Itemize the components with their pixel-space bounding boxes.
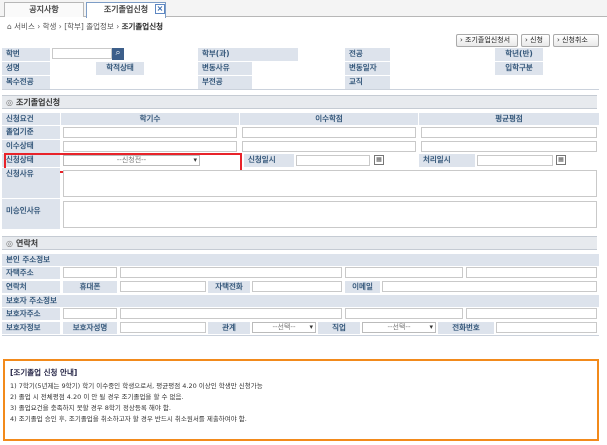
tab-notice-label: 공지사항 [29, 5, 59, 14]
label-completed: 이수상태 [2, 140, 60, 153]
label-apply-date: 신청일시 [244, 154, 294, 167]
home-icon: ⌂ [7, 22, 12, 31]
personal-info-header: 본인 주소정보 [2, 254, 599, 266]
apply-date-input[interactable] [296, 155, 370, 166]
label-home-phone: 자택전화 [208, 281, 250, 293]
col-semesters: 학기수 [61, 113, 239, 125]
label-process-date: 처리일시 [419, 154, 475, 167]
notice-line-1: 1) 7학기(5년제는 9학기) 학기 이수중인 학생으로서, 평균평점 4.2… [10, 382, 263, 390]
label-job: 직업 [318, 322, 360, 334]
label-dept: 학부(과) [198, 48, 298, 61]
cancel-application-button[interactable]: › 신청취소 [553, 34, 599, 47]
label-double-major: 복수전공 [2, 76, 50, 89]
label-admission-type: 입학구분 [495, 62, 543, 75]
breadcrumb: ⌂ 서비스 › 학생 › [학부] 졸업정보 › 조기졸업신청 [7, 21, 163, 32]
address-detail-input[interactable] [345, 267, 463, 278]
calendar-icon[interactable]: ▦ [556, 155, 566, 165]
reason-textarea[interactable] [63, 170, 597, 197]
divider [2, 335, 599, 336]
label-phone-number: 전화번호 [438, 322, 494, 334]
guardian-phone-input[interactable] [496, 322, 597, 333]
label-grade: 학년(반) [495, 48, 543, 61]
job-value: --선택-- [387, 323, 411, 331]
close-tab-icon[interactable]: × [155, 4, 165, 14]
label-reject-reason: 미승인사유 [2, 199, 60, 229]
apply-section-bar [2, 95, 597, 109]
col-credits: 이수학점 [240, 113, 418, 125]
apply-label: 신청 [530, 36, 543, 44]
label-student-id: 학번 [2, 48, 50, 61]
mobile-input[interactable] [120, 281, 206, 292]
notice-line-2: 2) 졸업 시 전체평점 4.20 이 안 될 경우 조기졸업을 할 수 없음. [10, 393, 184, 401]
label-change-date: 변동일자 [345, 62, 390, 75]
calendar-icon[interactable]: ▦ [374, 155, 384, 165]
label-contact: 연락처 [2, 281, 60, 293]
criteria-gpa [421, 127, 597, 138]
relation-select[interactable]: --선택-- [252, 322, 316, 333]
guardian-zipcode-input[interactable] [63, 308, 117, 319]
label-change-reason: 변동사유 [198, 62, 252, 75]
label-email: 이메일 [345, 281, 380, 293]
page-title: 조기졸업신청 [121, 22, 164, 31]
label-guardian-name: 보호자성명 [63, 322, 117, 334]
guardian-name-input[interactable] [120, 322, 206, 333]
label-teaching: 교직 [345, 76, 390, 89]
label-criteria: 졸업기준 [2, 126, 60, 139]
completed-semesters [63, 141, 237, 152]
notice-line-4: 4) 조기졸업 승인 후, 조기졸업을 취소하고자 할 경우 반드시 취소원서를… [10, 415, 247, 423]
label-relation: 관계 [208, 322, 250, 334]
process-date-input[interactable] [477, 155, 553, 166]
label-status: 학적상태 [96, 62, 144, 75]
label-reason: 신청사유 [2, 168, 60, 198]
relation-value: --선택-- [272, 323, 296, 331]
tab-early-graduation[interactable]: 조기졸업신청 [86, 2, 166, 18]
notice-line-3: 3) 졸업요건을 충족하지 못할 경우 8학기 정상등록 해야 함. [10, 404, 171, 412]
label-major: 전공 [345, 48, 390, 61]
home-phone-input[interactable] [252, 281, 342, 292]
label-condition: 신청요건 [2, 113, 60, 125]
label-name: 성명 [2, 62, 50, 75]
search-icon[interactable]: ⌕ [112, 48, 124, 60]
print-application-button[interactable]: › 조기졸업신청서 [456, 34, 518, 47]
print-application-label: 조기졸업신청서 [465, 36, 511, 44]
guardian-address-input[interactable] [120, 308, 342, 319]
label-mobile: 휴대폰 [63, 281, 117, 293]
tab-notice[interactable]: 공지사항 [4, 2, 84, 17]
apply-section-title: 조기졸업신청 [6, 97, 60, 108]
contact-section-bar [2, 236, 597, 250]
guardian-address-extra-input[interactable] [466, 308, 597, 319]
grade-value [543, 48, 599, 61]
zipcode-input[interactable] [63, 267, 117, 278]
guardian-address-detail-input[interactable] [345, 308, 463, 319]
label-home-address: 자택주소 [2, 267, 60, 279]
contact-section-title: 연락처 [6, 238, 38, 249]
guardian-info-header: 보호자 주소정보 [2, 295, 599, 307]
address-input[interactable] [120, 267, 342, 278]
notice-box: [조기졸업 신청 안내] 1) 7학기(5년제는 9학기) 학기 이수중인 학생… [3, 359, 599, 441]
address-extra-input[interactable] [466, 267, 597, 278]
breadcrumb-path: 서비스 › 학생 › [학부] 졸업정보 › [14, 22, 120, 31]
criteria-credits [242, 127, 416, 138]
email-input[interactable] [382, 281, 597, 292]
col-gpa: 평균평점 [419, 113, 599, 125]
cancel-application-label: 신청취소 [562, 36, 588, 44]
label-guardian-address: 보호자주소 [2, 308, 60, 320]
reject-reason-textarea[interactable] [63, 201, 597, 228]
notice-title: [조기졸업 신청 안내] [10, 368, 78, 377]
label-minor: 부전공 [198, 76, 252, 89]
completed-credits [242, 141, 416, 152]
divider [2, 89, 599, 90]
student-id-input[interactable] [52, 48, 112, 59]
tab-early-graduation-label: 조기졸업신청 [103, 5, 149, 14]
label-guardian-info: 보호자정보 [2, 322, 60, 334]
apply-button[interactable]: › 신청 [521, 34, 550, 47]
completed-gpa [421, 141, 597, 152]
job-select[interactable]: --선택-- [362, 322, 436, 333]
criteria-semesters [63, 127, 237, 138]
